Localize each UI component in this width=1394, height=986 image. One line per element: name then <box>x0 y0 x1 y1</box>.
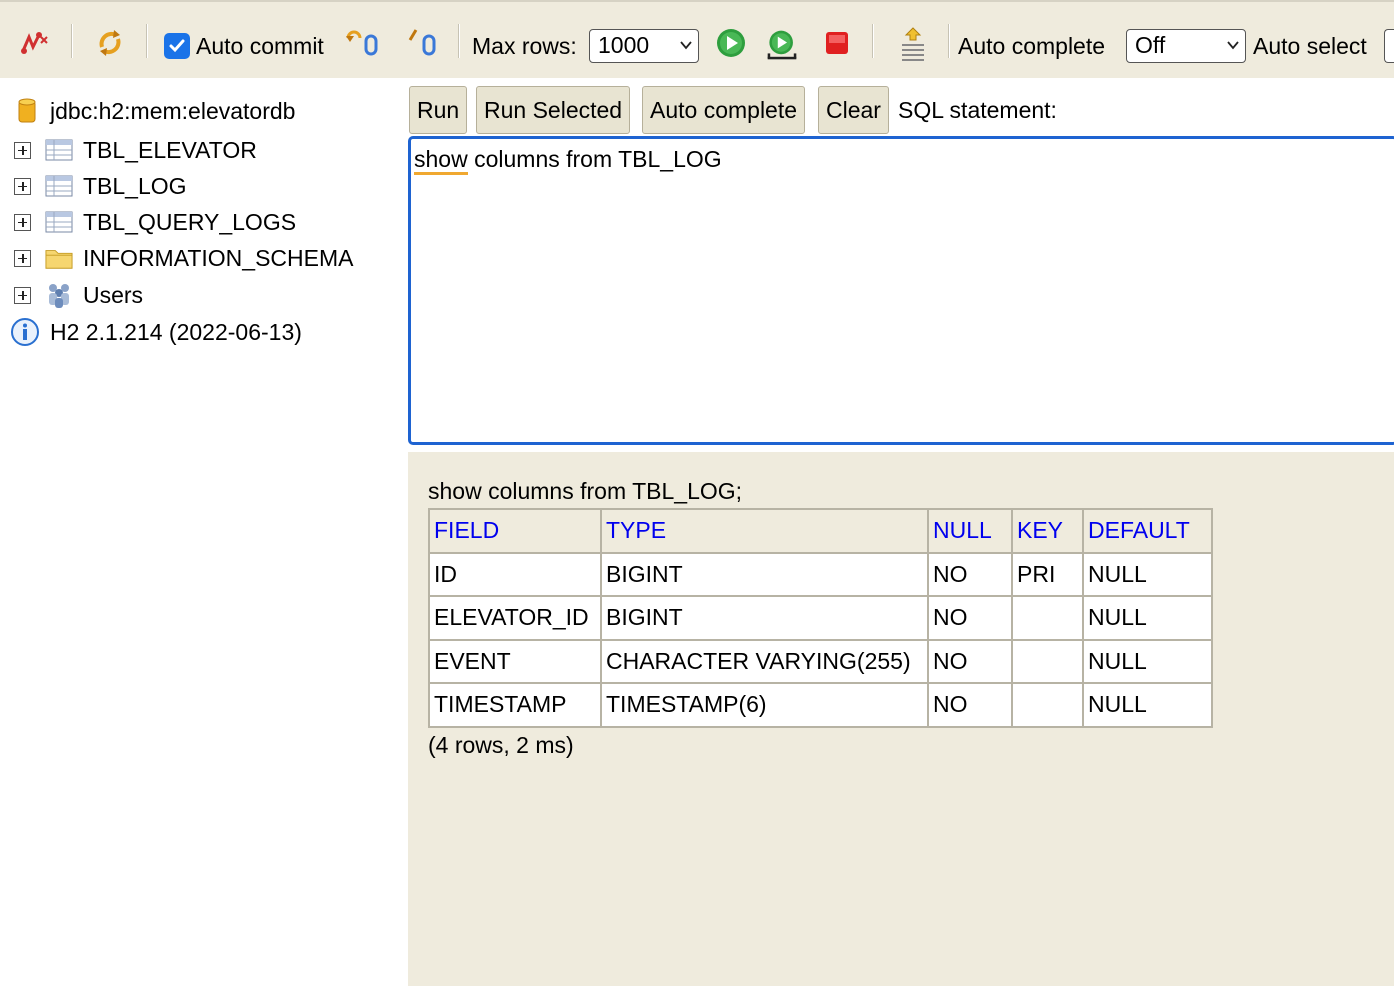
run-icon[interactable] <box>715 26 747 60</box>
rollback-icon[interactable] <box>346 26 380 60</box>
tree-item-information-schema[interactable]: INFORMATION_SCHEMA <box>14 243 353 273</box>
auto-select-select[interactable] <box>1384 29 1394 63</box>
toolbar-separator <box>146 24 148 58</box>
table-row: ID BIGINT NO PRI NULL <box>428 551 1213 597</box>
info-icon <box>10 318 40 346</box>
expand-icon[interactable] <box>14 213 31 231</box>
table-cell: BIGINT <box>600 551 929 597</box>
table-row: ELEVATOR_ID BIGINT NO NULL <box>428 595 1213 641</box>
history-icon[interactable] <box>897 26 929 64</box>
query-pane: Run Run Selected Auto complete Clear SQL… <box>408 78 1394 452</box>
users-icon <box>45 281 73 309</box>
run-button[interactable]: Run <box>409 86 468 134</box>
table-cell: NO <box>927 638 1013 684</box>
tree-item-tbl-log[interactable]: TBL_LOG <box>14 171 187 201</box>
expand-icon[interactable] <box>14 177 31 195</box>
expand-icon[interactable] <box>14 141 31 159</box>
folder-icon <box>45 244 73 272</box>
tree-item-label: Users <box>83 282 144 308</box>
auto-complete-select[interactable]: Off <box>1126 29 1246 63</box>
table-cell: NULL <box>1082 551 1213 597</box>
clear-button[interactable]: Clear <box>818 86 889 134</box>
table-cell: EVENT <box>428 638 602 684</box>
column-header-type[interactable]: TYPE <box>600 508 929 554</box>
table-cell: NULL <box>1082 682 1213 728</box>
tree-item-label: TBL_LOG <box>83 173 187 199</box>
table-header-row: FIELD TYPE NULL KEY DEFAULT <box>428 508 1213 554</box>
column-header-key[interactable]: KEY <box>1011 508 1084 554</box>
table-cell: TIMESTAMP <box>428 682 602 728</box>
result-statement: show columns from TBL_LOG; <box>428 478 743 504</box>
table-cell: TIMESTAMP(6) <box>600 682 929 728</box>
auto-complete-button[interactable]: Auto complete <box>642 86 806 134</box>
table-cell: NULL <box>1082 638 1213 684</box>
table-icon <box>45 172 73 200</box>
tree-item-label: TBL_ELEVATOR <box>83 137 257 163</box>
table-cell: NULL <box>1082 595 1213 641</box>
result-pane: show columns from TBL_LOG; FIELD TYPE NU… <box>408 452 1394 986</box>
run-selected-button[interactable]: Run Selected <box>476 86 631 134</box>
toolbar-separator <box>71 24 73 58</box>
table-cell: NO <box>927 682 1013 728</box>
stop-icon[interactable] <box>821 26 853 60</box>
table-cell <box>1011 595 1084 641</box>
sql-editor-text: columns from TBL_LOG <box>467 146 722 172</box>
table-cell: NO <box>927 551 1013 597</box>
table-cell: ID <box>428 551 602 597</box>
toolbar-separator <box>458 24 460 58</box>
tree-connection[interactable]: jdbc:h2:mem:elevatordb <box>14 96 295 126</box>
schema-tree: jdbc:h2:mem:elevatordb TBL_ELEVATOR TBL_… <box>0 78 408 986</box>
toolbar: Auto commit Max rows: 1000 Auto complete… <box>0 0 1394 78</box>
tree-item-users[interactable]: Users <box>14 280 143 310</box>
auto-select-label: Auto select <box>1253 33 1367 59</box>
max-rows-value: 1000 <box>598 32 650 58</box>
sql-editor-keyword: show <box>414 146 468 175</box>
table-cell: NO <box>927 595 1013 641</box>
table-icon <box>45 136 73 164</box>
disconnect-icon[interactable] <box>18 26 50 60</box>
database-icon <box>14 97 40 125</box>
table-cell: CHARACTER VARYING(255) <box>600 638 929 684</box>
refresh-icon[interactable] <box>94 26 126 60</box>
auto-commit-label: Auto commit <box>196 33 324 59</box>
column-header-field[interactable]: FIELD <box>428 508 602 554</box>
tree-version-label: H2 2.1.214 (2022-06-13) <box>50 319 302 345</box>
expand-icon[interactable] <box>14 249 31 267</box>
toolbar-separator <box>872 24 874 58</box>
column-header-null[interactable]: NULL <box>927 508 1013 554</box>
tree-item-tbl-query-logs[interactable]: TBL_QUERY_LOGS <box>14 207 296 237</box>
table-cell: PRI <box>1011 551 1084 597</box>
result-table: FIELD TYPE NULL KEY DEFAULT ID BIGINT NO… <box>428 508 1213 728</box>
table-cell: ELEVATOR_ID <box>428 595 602 641</box>
result-footer: (4 rows, 2 ms) <box>428 732 574 758</box>
sql-editor[interactable]: show columns from TBL_LOG <box>408 136 1394 445</box>
auto-complete-label: Auto complete <box>958 33 1106 59</box>
tree-item-tbl-elevator[interactable]: TBL_ELEVATOR <box>14 135 257 165</box>
toolbar-separator <box>948 24 950 58</box>
tree-item-label: INFORMATION_SCHEMA <box>83 245 354 271</box>
run-step-icon[interactable] <box>766 26 798 64</box>
column-header-default[interactable]: DEFAULT <box>1082 508 1213 554</box>
chevron-down-icon <box>1227 41 1239 50</box>
table-row: EVENT CHARACTER VARYING(255) NO NULL <box>428 638 1213 684</box>
table-cell <box>1011 682 1084 728</box>
tree-connection-label: jdbc:h2:mem:elevatordb <box>50 98 296 124</box>
chevron-down-icon <box>680 41 692 50</box>
max-rows-select[interactable]: 1000 <box>589 29 699 63</box>
auto-commit-checkbox[interactable] <box>164 33 190 59</box>
table-icon <box>45 208 73 236</box>
table-cell <box>1011 638 1084 684</box>
commit-icon[interactable] <box>406 26 440 60</box>
auto-complete-value: Off <box>1135 32 1166 58</box>
expand-icon[interactable] <box>14 286 31 304</box>
tree-item-label: TBL_QUERY_LOGS <box>83 209 297 235</box>
table-row: TIMESTAMP TIMESTAMP(6) NO NULL <box>428 682 1213 728</box>
max-rows-label: Max rows: <box>472 33 577 59</box>
table-cell: BIGINT <box>600 595 929 641</box>
tree-version: H2 2.1.214 (2022-06-13) <box>10 317 302 347</box>
sql-statement-label: SQL statement: <box>898 97 1057 123</box>
